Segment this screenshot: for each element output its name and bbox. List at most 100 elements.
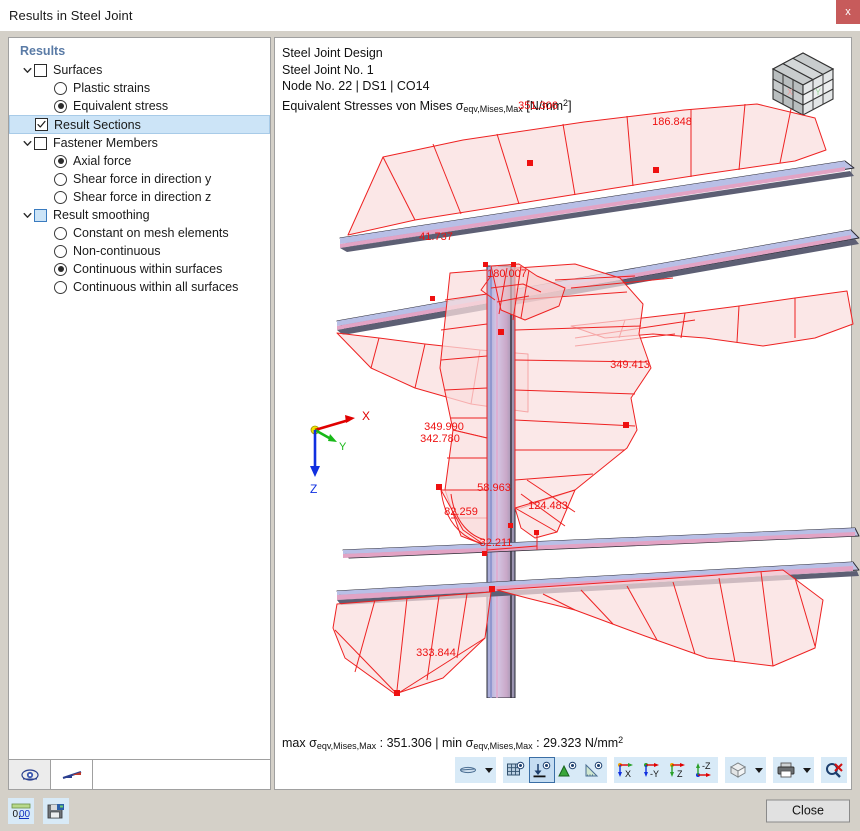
isometric-view-icon[interactable] (725, 757, 751, 783)
chevron-down-icon[interactable] (20, 208, 34, 222)
radio-dot (58, 158, 64, 164)
rendering-mode-dropdown[interactable] (481, 757, 496, 783)
toolbar-group-views: X -Y (614, 757, 718, 783)
tree-item-equivalent-stress[interactable]: Equivalent stress (9, 97, 270, 115)
tree-item-plastic-strains[interactable]: Plastic strains (9, 79, 270, 97)
show-result-sections-icon[interactable] (529, 757, 555, 783)
reset-view-icon[interactable] (821, 757, 847, 783)
tree-item-constant-on-mesh-elements[interactable]: Constant on mesh elements (9, 224, 270, 242)
print-icon[interactable] (773, 757, 799, 783)
tree-item-surfaces[interactable]: Surfaces (9, 61, 270, 79)
decimal-places-icon[interactable]: 0, 00 (8, 798, 34, 824)
checkbox-result-sections[interactable] (35, 118, 48, 131)
max-sub: eqv,Mises,Max (317, 741, 376, 751)
tree-item-continuous-within-all-surfaces[interactable]: Continuous within all surfaces (9, 278, 270, 296)
tree-item-label: Shear force in direction y (73, 172, 211, 186)
tree-item-label: Plastic strains (73, 81, 150, 95)
steel-joint-3d-view: 351.306186.84841.737180.007349.413349.99… (275, 38, 860, 698)
minmax-unit: N/mm (581, 736, 618, 750)
title-bar: Results in Steel Joint x (0, 0, 860, 31)
toolbar-group-display (503, 757, 607, 783)
close-icon[interactable]: x (836, 0, 860, 24)
tree-item-shear-force-in-direction-z[interactable]: Shear force in direction z (9, 188, 270, 206)
toolbar-group-reset (821, 757, 847, 783)
results-panel: Results Surfaces Plastic strains Equivalen… (8, 37, 271, 790)
radio-continuous-within-surfaces[interactable] (54, 263, 67, 276)
stress-value-label: 58.963 (477, 482, 511, 494)
print-dropdown[interactable] (799, 757, 814, 783)
view-in-negative-z-icon[interactable]: -Z (692, 757, 718, 783)
isometric-view-dropdown[interactable] (751, 757, 766, 783)
max-sep: : (376, 736, 386, 750)
stress-value-label: 82.259 (444, 506, 478, 518)
show-loads-icon[interactable] (555, 757, 581, 783)
model-canvas[interactable]: 351.306186.84841.737180.007349.413349.99… (275, 38, 851, 789)
radio-equivalent-stress[interactable] (54, 100, 67, 113)
min-sub: eqv,Mises,Max (473, 741, 532, 751)
checkbox-result-smoothing[interactable] (34, 209, 47, 222)
close-button[interactable]: Close (766, 799, 850, 822)
chevron-down-icon (485, 768, 493, 773)
save-settings-icon[interactable] (43, 798, 69, 824)
tab-result-diagram[interactable] (51, 760, 93, 789)
tree-item-label: Result Sections (54, 118, 141, 132)
tree-item-continuous-within-surfaces[interactable]: Continuous within surfaces (9, 260, 270, 278)
svg-text:-Z: -Z (702, 761, 711, 771)
tree-item-label: Result smoothing (53, 208, 150, 222)
eye-icon (21, 768, 39, 782)
radio-constant-on-mesh-elements[interactable] (54, 227, 67, 240)
minmax-unit-sup: 2 (618, 735, 623, 745)
tree-item-non-continuous[interactable]: Non-continuous (9, 242, 270, 260)
panel-tab-bar (9, 759, 270, 789)
rendering-mode-icon[interactable] (455, 757, 481, 783)
minmax-summary: max σeqv,Mises,Max : 351.306 | min σeqv,… (282, 735, 623, 751)
show-dimensions-icon[interactable] (581, 757, 607, 783)
dialog-body: Results Surfaces Plastic strains Equivalen… (0, 31, 860, 790)
axis-triad: X Y Z (310, 409, 370, 496)
min-value: 29.323 (543, 736, 581, 750)
stress-value-label: 41.737 (419, 231, 453, 243)
tree-item-result-smoothing[interactable]: Result smoothing (9, 206, 270, 224)
tree-item-label: Surfaces (53, 63, 102, 77)
checkbox-surfaces[interactable] (34, 64, 47, 77)
tree-item-label: Fastener Members (53, 136, 158, 150)
chevron-down-icon[interactable] (20, 136, 34, 150)
svg-text:Y: Y (339, 441, 347, 453)
twisty-placeholder (21, 118, 35, 132)
tree-item-axial-force[interactable]: Axial force (9, 152, 270, 170)
window-title: Results in Steel Joint (0, 8, 133, 23)
results-tree: Results Surfaces Plastic strains Equivalen… (9, 38, 270, 759)
stress-value-label: 349.990 (424, 421, 464, 433)
chevron-down-icon (803, 768, 811, 773)
stress-value-label: 32.211 (480, 537, 513, 549)
results-tree-title: Results (9, 43, 270, 61)
stress-value-label: 349.413 (610, 359, 650, 371)
radio-continuous-within-all-surfaces[interactable] (54, 281, 67, 294)
svg-text:X: X (362, 409, 370, 423)
radio-shear-force-in-direction-z[interactable] (54, 191, 67, 204)
chevron-down-icon[interactable] (20, 63, 34, 77)
status-bar: 0, 00 Close (0, 790, 860, 831)
radio-non-continuous[interactable] (54, 245, 67, 258)
viewport-panel: Steel Joint Design Steel Joint No. 1 Nod… (274, 37, 852, 790)
show-mesh-icon[interactable] (503, 757, 529, 783)
tree-item-fastener-members[interactable]: Fastener Members (9, 134, 270, 152)
view-in-z-icon[interactable]: Z (666, 757, 692, 783)
svg-text:Z: Z (310, 482, 317, 496)
radio-shear-force-in-direction-y[interactable] (54, 173, 67, 186)
stress-value-label: 342.780 (420, 433, 460, 445)
radio-plastic-strains[interactable] (54, 82, 67, 95)
chevron-down-icon (755, 768, 763, 773)
tree-item-label: Constant on mesh elements (73, 226, 229, 240)
radio-dot (58, 266, 64, 272)
view-in-y-icon[interactable]: -Y (640, 757, 666, 783)
panel-tab-filler (93, 760, 270, 789)
toolbar-group-print (773, 757, 814, 783)
tree-item-result-sections[interactable]: Result Sections (9, 115, 270, 134)
max-value: 351.306 (387, 736, 432, 750)
tab-display-properties[interactable] (9, 760, 51, 789)
tree-item-shear-force-in-direction-y[interactable]: Shear force in direction y (9, 170, 270, 188)
view-in-x-icon[interactable]: X (614, 757, 640, 783)
radio-axial-force[interactable] (54, 155, 67, 168)
checkbox-fastener-members[interactable] (34, 137, 47, 150)
